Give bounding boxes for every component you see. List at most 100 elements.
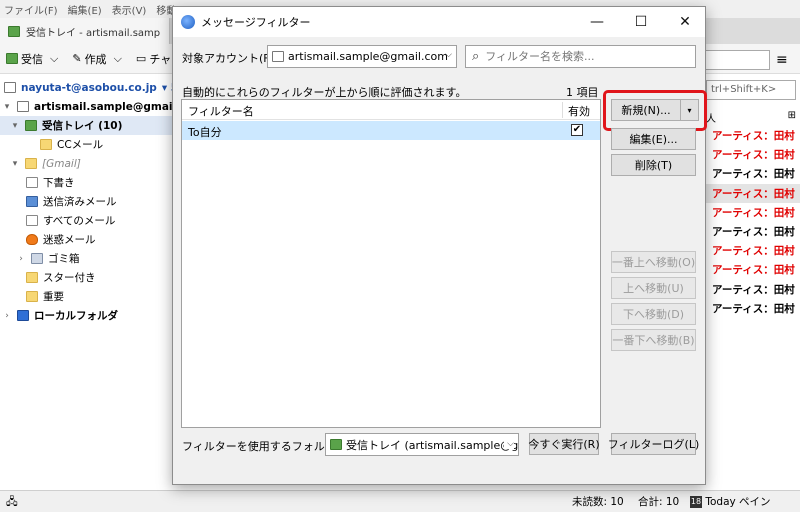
filter-log-button[interactable]: フィルターログ(L) xyxy=(608,433,699,455)
column-header-correspondent[interactable]: 人 xyxy=(706,114,716,125)
folder-label: スター付き xyxy=(43,272,96,284)
message-list-header: 人 ⊞ xyxy=(706,110,800,125)
folder-gmail[interactable]: ▾ [Gmail] xyxy=(10,154,81,173)
inbox-icon xyxy=(330,439,342,450)
online-status-icon[interactable]: 🖧 xyxy=(6,494,18,512)
today-pane-toggle[interactable]: 18 Today ペイン xyxy=(690,494,771,509)
archive-icon xyxy=(26,215,38,226)
folder-label: [Gmail] xyxy=(42,157,81,170)
run-folder-select[interactable]: 受信トレイ (artismail.sample@gm... ⌵ xyxy=(325,433,519,456)
chevron-right-icon[interactable]: › xyxy=(2,311,12,321)
account-select-value: artismail.sample@gmail.com xyxy=(288,50,448,63)
message-filter-input[interactable]: trl+Shift+K> xyxy=(706,80,796,100)
folder-icon xyxy=(40,139,52,150)
chevron-down-icon: ⌵ xyxy=(445,50,452,60)
edit-filter-button[interactable]: 編集(E)... xyxy=(611,128,696,150)
chevron-right-icon[interactable]: › xyxy=(16,254,26,264)
filter-list-header: フィルター名 有効 xyxy=(182,100,600,120)
message-row[interactable]: アーティス：田村 xyxy=(706,126,800,145)
search-icon: ⌕ xyxy=(472,49,480,64)
folder-label: 受信トレイ (10) xyxy=(42,120,123,132)
message-row[interactable]: アーティス：田村 xyxy=(706,145,800,164)
chevron-down-icon[interactable]: ▾ xyxy=(10,121,20,131)
column-header-filter-name[interactable]: フィルター名 xyxy=(188,103,254,119)
filter-enabled-checkbox[interactable]: ✔ xyxy=(571,124,583,136)
status-bar: 🖧 未読数: 10 合計: 10 18 Today ペイン xyxy=(0,490,800,510)
chevron-down-icon[interactable]: ▾ xyxy=(10,159,20,169)
filter-row[interactable]: To自分 ✔ xyxy=(182,121,600,140)
menu-view[interactable]: 表示(V) xyxy=(112,2,147,17)
dialog-title: メッセージフィルター xyxy=(201,16,311,29)
folder-drafts[interactable]: 下書き xyxy=(26,173,75,192)
chevron-down-icon[interactable]: ▾ xyxy=(2,102,12,112)
folder-starred[interactable]: スター付き xyxy=(26,268,96,287)
column-header-enabled[interactable]: 有効 xyxy=(568,103,590,119)
column-picker-icon[interactable]: ⊞ xyxy=(788,110,796,121)
message-row[interactable]: アーティス：田村 xyxy=(706,222,800,241)
filter-list[interactable]: フィルター名 有効 To自分 ✔ xyxy=(181,99,601,428)
folder-cc[interactable]: CCメール xyxy=(40,135,103,154)
hamburger-menu-icon[interactable]: ≡ xyxy=(776,52,788,68)
folder-label: 送信済みメール xyxy=(43,196,117,208)
inbox-icon xyxy=(8,25,20,37)
tab-inbox[interactable]: 受信トレイ - artismail.sample@gmail.com xyxy=(0,18,170,44)
folder-icon xyxy=(26,272,38,283)
menu-edit[interactable]: 編集(E) xyxy=(68,2,102,17)
folder-important[interactable]: 重要 xyxy=(26,287,64,306)
draft-icon xyxy=(26,177,38,188)
minimize-icon[interactable]: — xyxy=(575,7,619,37)
thunderbird-logo-icon xyxy=(181,15,195,29)
run-now-button[interactable]: 今すぐ実行(R) xyxy=(528,433,600,455)
pencil-icon: ✎ xyxy=(72,52,82,65)
message-row[interactable]: アーティス：田村 xyxy=(706,241,800,260)
chat-label: チャ xyxy=(149,52,172,66)
folder-label: ローカルフォルダ xyxy=(34,310,118,322)
menu-file[interactable]: ファイル(F) xyxy=(4,2,58,17)
message-row[interactable]: アーティス：田村 xyxy=(706,203,800,222)
message-row[interactable]: アーティス：田村 xyxy=(706,184,800,203)
mail-account-icon xyxy=(17,101,29,112)
folder-label: すべてのメール xyxy=(43,215,116,227)
move-up-button[interactable]: 上へ移動(U) xyxy=(611,277,696,299)
get-mail-button[interactable]: 受信 ⌵ xyxy=(6,51,58,67)
folder-spam[interactable]: 迷惑メール xyxy=(26,230,96,249)
message-filter-placeholder: trl+Shift+K> xyxy=(711,84,777,95)
computer-icon xyxy=(17,310,29,321)
quick-search-box[interactable] xyxy=(705,50,770,70)
message-correspondent: アーティス：田村 xyxy=(712,168,795,180)
chat-button[interactable]: ▭ チャ xyxy=(136,51,171,67)
get-mail-label: 受信 xyxy=(21,52,43,66)
compose-button[interactable]: ✎ 作成 ⌵ xyxy=(72,51,122,67)
folder-inbox[interactable]: ▾ 受信トレイ (10) xyxy=(0,116,172,135)
message-correspondent: アーティス：田村 xyxy=(712,264,795,276)
filter-search-input[interactable] xyxy=(485,50,676,63)
folder-all-mail[interactable]: すべてのメール xyxy=(26,211,115,230)
delete-filter-button[interactable]: 削除(T) xyxy=(611,154,696,176)
sent-icon xyxy=(26,196,38,207)
chevron-down-icon[interactable]: ⌵ xyxy=(50,52,58,66)
junk-fire-icon xyxy=(26,234,38,245)
folder-account-nayuta[interactable]: nayuta-t@asobou.co.jp ▾ 580 xyxy=(4,78,193,97)
move-bottom-button[interactable]: 一番下へ移動(B) xyxy=(611,329,696,351)
move-top-button[interactable]: 一番上へ移動(O) xyxy=(611,251,696,273)
message-row[interactable]: アーティス：田村 xyxy=(706,280,800,299)
chevron-down-icon[interactable]: ⌵ xyxy=(114,52,122,66)
account-select[interactable]: artismail.sample@gmail.com ⌵ xyxy=(267,45,457,68)
message-row[interactable]: アーティス：田村 xyxy=(706,164,800,183)
filter-search-box[interactable]: ⌕ xyxy=(465,45,696,68)
move-down-button[interactable]: 下へ移動(D) xyxy=(611,303,696,325)
maximize-icon[interactable]: ☐ xyxy=(619,7,663,37)
message-correspondent: アーティス：田村 xyxy=(712,245,795,257)
message-row[interactable]: アーティス：田村 xyxy=(706,260,800,279)
close-icon[interactable]: ✕ xyxy=(663,7,707,37)
folder-sent[interactable]: 送信済みメール xyxy=(26,192,117,211)
message-row[interactable]: アーティス：田村 xyxy=(706,299,800,318)
folder-label: 下書き xyxy=(43,177,75,189)
chat-icon: ▭ xyxy=(135,52,147,65)
folder-label: nayuta-t@asobou.co.jp xyxy=(21,81,157,94)
folder-label: CCメール xyxy=(57,139,104,151)
folder-trash[interactable]: › ゴミ箱 xyxy=(16,249,80,268)
message-correspondent: アーティス：田村 xyxy=(712,207,795,219)
folder-local[interactable]: › ローカルフォルダ xyxy=(2,306,118,325)
evaluation-info-text: 自動的にこれらのフィルターが上から順に評価されます。 xyxy=(182,86,467,99)
